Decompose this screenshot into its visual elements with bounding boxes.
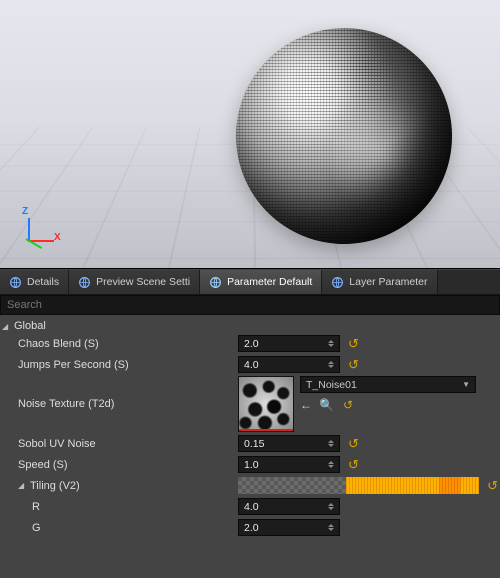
reset-icon[interactable]: ↺ [341,399,355,411]
globe-icon [9,276,22,289]
tiling-preview-strip [238,477,479,494]
parameter-rows: Chaos Blend (S) 2.0 ↺ Jumps Per Second (… [0,333,500,538]
spinbox-chaos-blend[interactable]: 2.0 [238,335,340,352]
param-label: G [0,522,238,534]
param-label-text: Tiling (V2) [30,480,80,492]
param-label: Chaos Blend (S) [0,338,238,350]
search-placeholder: Search [7,299,493,311]
param-label: Speed (S) [0,459,238,471]
globe-icon [78,276,91,289]
group-label: Global [14,320,46,332]
spinbox-arrows[interactable] [326,499,337,514]
param-row-jumps-per-second: Jumps Per Second (S) 4.0 ↺ [0,354,500,375]
reset-icon[interactable]: ↺ [346,358,361,371]
spinbox-arrows[interactable] [326,457,337,472]
axis-label-x: X [54,232,61,243]
tab-parameter-defaults[interactable]: Parameter Default [200,270,322,294]
spinbox-value: 4.0 [244,359,259,371]
reset-icon[interactable]: ↺ [346,337,361,350]
texture-dropdown[interactable]: T_Noise01 ▼ [300,376,476,393]
axis-gizmo: Z X [16,206,66,256]
spinbox-value: 4.0 [244,501,259,513]
group-header-global[interactable]: ◢ Global [0,319,500,333]
material-preview-viewport[interactable]: Z X [0,0,500,269]
use-selected-icon[interactable]: ← [300,398,312,412]
spinbox-arrows[interactable] [326,520,337,535]
tab-label: Preview Scene Setti [96,276,190,288]
tab-preview-scene[interactable]: Preview Scene Setti [69,270,200,294]
texture-thumbnail[interactable] [238,376,294,432]
spinbox-arrows[interactable] [326,336,337,351]
globe-icon [209,276,222,289]
param-row-speed: Speed (S) 1.0 ↺ [0,454,500,475]
spinbox-value: 0.15 [244,438,264,450]
tab-details[interactable]: Details [0,270,69,294]
param-row-chaos-blend: Chaos Blend (S) 2.0 ↺ [0,333,500,354]
preview-sphere [236,28,452,244]
param-row-tiling: ◢ Tiling (V2) ↺ [0,475,500,496]
globe-icon [331,276,344,289]
reset-icon[interactable]: ↺ [346,437,361,450]
spinbox-arrows[interactable] [326,436,337,451]
tiling-color-strip [346,477,479,494]
texture-asset-name: T_Noise01 [306,379,357,391]
tab-label: Layer Parameter [349,276,427,288]
spinbox-value: 2.0 [244,338,259,350]
parameter-panel: ◢ Global Chaos Blend (S) 2.0 ↺ Jumps Per… [0,315,500,578]
param-label: Jumps Per Second (S) [0,359,238,371]
spinbox-sobol-uv-noise[interactable]: 0.15 [238,435,340,452]
spinbox-tiling-r[interactable]: 4.0 [238,498,340,515]
spinbox-arrows[interactable] [326,357,337,372]
param-row-sobol-uv-noise: Sobol UV Noise 0.15 ↺ [0,433,500,454]
expand-icon: ◢ [2,322,10,331]
param-label[interactable]: ◢ Tiling (V2) [0,480,238,492]
editor-root: Z X Details Preview Scene Setti Paramete… [0,0,500,578]
tab-label: Details [27,276,59,288]
browse-icon[interactable]: 🔍 [319,398,334,412]
panel-tabs: Details Preview Scene Setti Parameter De… [0,269,500,295]
tab-layer-parameters[interactable]: Layer Parameter [322,270,437,294]
param-row-tiling-g: G 2.0 [0,517,500,538]
param-label: Noise Texture (T2d) [0,398,238,410]
spinbox-value: 2.0 [244,522,259,534]
reset-icon[interactable]: ↺ [485,479,500,492]
spinbox-value: 1.0 [244,459,259,471]
tiling-checker [238,477,346,494]
axis-label-z: Z [22,206,28,217]
param-row-noise-texture: Noise Texture (T2d) T_Noise01 ▼ ← 🔍 [0,375,500,433]
param-row-tiling-r: R 4.0 [0,496,500,517]
texture-slot: T_Noise01 ▼ ← 🔍 ↺ [238,376,476,432]
param-label: R [0,501,238,513]
spinbox-tiling-g[interactable]: 2.0 [238,519,340,536]
param-label: Sobol UV Noise [0,438,238,450]
search-input[interactable]: Search [0,295,500,315]
tab-label: Parameter Default [227,276,312,288]
spinbox-jumps-per-second[interactable]: 4.0 [238,356,340,373]
reset-icon[interactable]: ↺ [346,458,361,471]
expand-icon: ◢ [18,481,26,490]
spinbox-speed[interactable]: 1.0 [238,456,340,473]
chevron-down-icon: ▼ [462,380,470,389]
